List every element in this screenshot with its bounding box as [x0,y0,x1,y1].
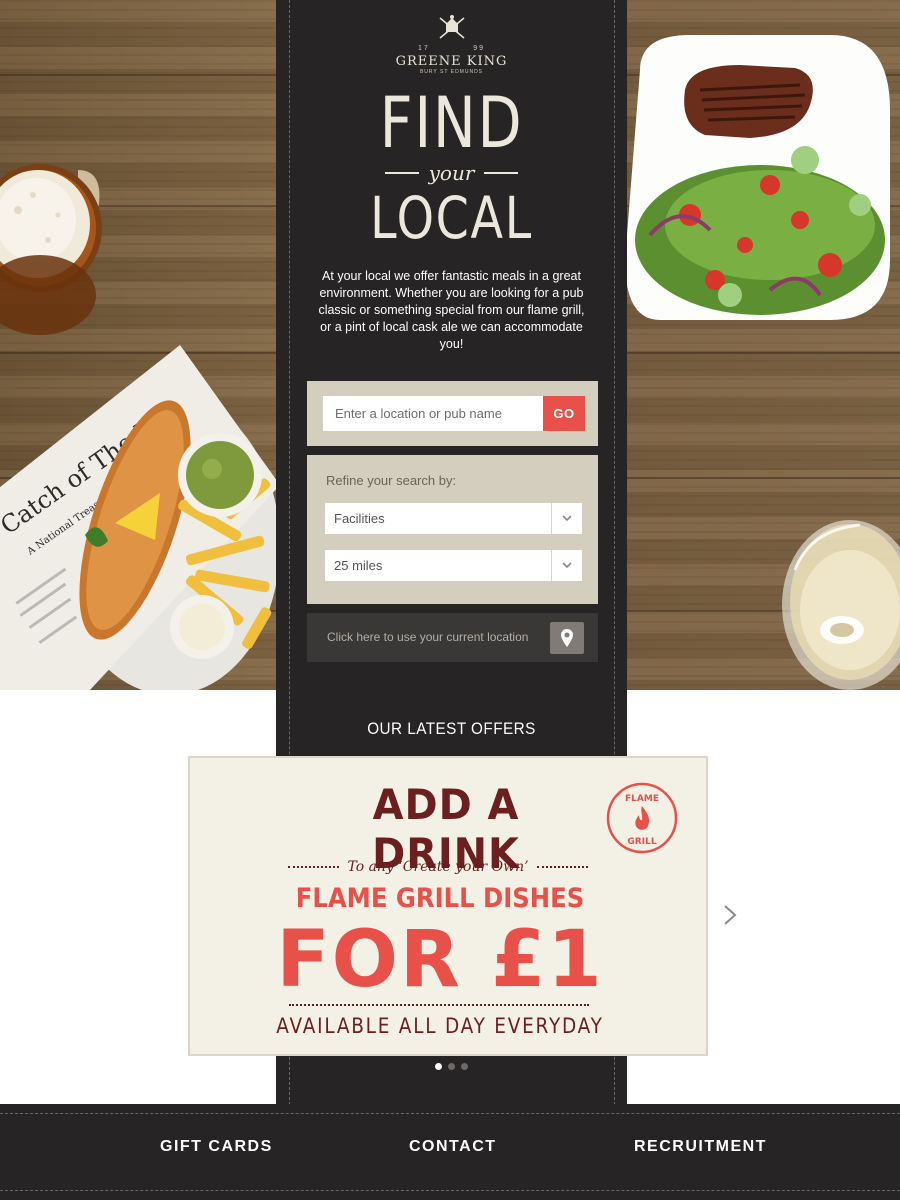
current-location-label[interactable]: Click here to use your current location [327,630,528,644]
flame-grill-badge: FLAME GRILL [606,782,678,854]
refine-title: Refine your search by: [326,473,457,488]
distance-select[interactable]: 25 miles [325,550,582,581]
carousel-dots [276,1063,627,1070]
hero-rule-left [384,172,419,174]
carousel-next-button[interactable] [716,898,744,932]
dotted-divider [288,866,340,868]
footer-link-recruitment[interactable]: RECRUITMENT [634,1138,767,1156]
hero-rule-right [484,172,519,174]
location-search-input[interactable] [323,396,543,431]
footer-link-gift-cards[interactable]: GIFT CARDS [160,1138,273,1156]
dotted-divider [289,1004,589,1006]
greene-king-logo[interactable]: 17 99 GREENE KING BURY ST EDMUNDS [276,14,627,75]
refine-panel: Refine your search by: Facilities 25 mil… [307,455,598,604]
chevron-down-icon[interactable] [551,503,582,534]
chevron-right-icon[interactable] [723,904,737,926]
crest-icon [439,15,464,39]
carousel-dot-1[interactable] [435,1063,442,1070]
hero-title: FIND your LOCAL [276,85,627,251]
hero-your: your [428,161,475,185]
flame-icon [635,806,650,830]
offer-subline: To any ‘Create your Own’ [347,859,529,875]
carousel-dot-3[interactable] [461,1063,468,1070]
badge-top-text: FLAME [625,794,659,804]
offer-price: FOR £1 [276,915,604,1005]
logo-subtitle: BURY ST EDMUNDS [419,69,484,75]
wine-glass-image [782,520,900,690]
logo-year-right: 99 [473,45,485,52]
go-button[interactable]: GO [543,396,585,431]
footer-stitch-bottom [0,1190,900,1191]
facilities-select-value: Facilities [334,511,385,526]
logo-year-left: 17 [418,45,430,52]
map-pin-icon[interactable] [550,622,584,654]
footer: GIFT CARDS CONTACT RECRUITMENT [0,1104,900,1200]
dotted-divider [536,866,588,868]
beer-mug-image [0,164,102,335]
offer-dishes: FLAME GRILL DISHES [295,883,585,914]
carousel-dot-2[interactable] [448,1063,455,1070]
intro-text: At your local we offer fantastic meals i… [318,269,585,351]
facilities-select[interactable]: Facilities [325,503,582,534]
current-location-bar[interactable]: Click here to use your current location [307,613,598,662]
footer-stitch-top [0,1113,900,1114]
hero-local: LOCAL [370,184,533,252]
footer-link-contact[interactable]: CONTACT [409,1138,497,1156]
offers-title: OUR LATEST OFFERS [367,719,536,738]
badge-bottom-text: GRILL [627,837,656,847]
search-panel: GO [307,381,598,446]
hero-find: FIND [379,82,524,164]
steak-salad-image [625,35,890,320]
offer-slide[interactable]: ADD A DRINK To any ‘Create your Own’ FLA… [188,756,708,1056]
distance-select-value: 25 miles [334,558,383,573]
chevron-down-icon[interactable] [551,550,582,581]
logo-name: GREENE KING [395,54,508,69]
fish-and-chips-image: Catch of The Day A National Treasure [0,345,280,690]
offer-availability: AVAILABLE ALL DAY EVERYDAY [276,1014,604,1038]
